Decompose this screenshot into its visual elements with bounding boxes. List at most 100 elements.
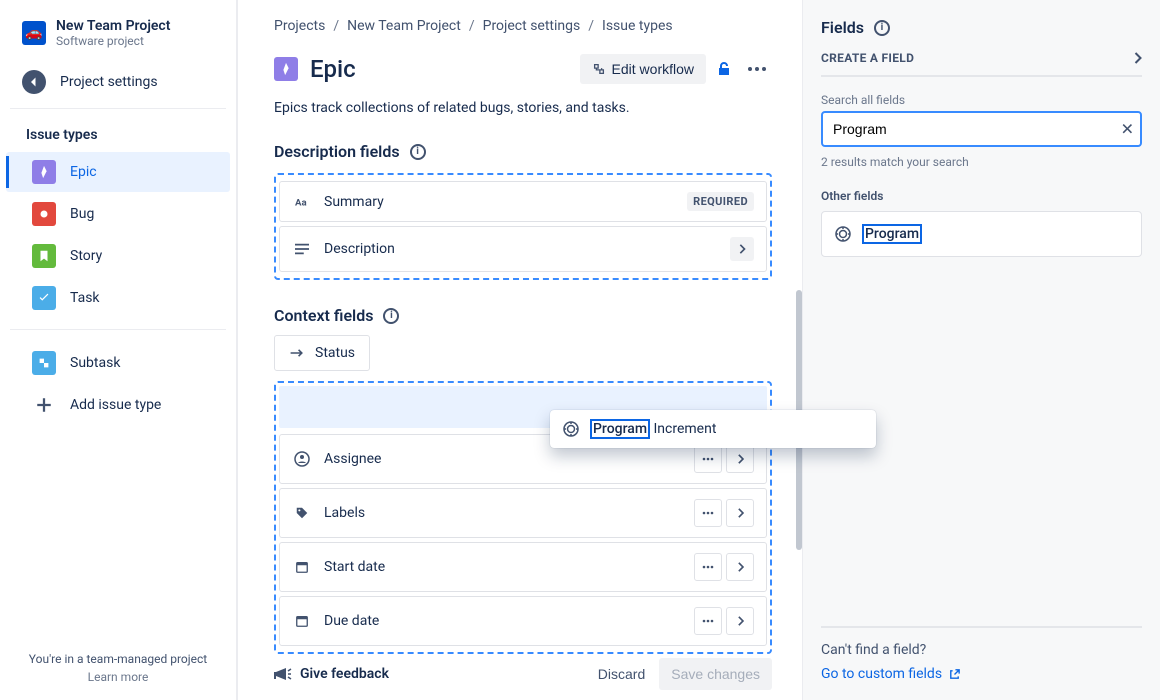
fields-panel-footer: Can't find a field? Go to custom fields bbox=[821, 626, 1142, 682]
create-field-label: CREATE A FIELD bbox=[821, 51, 914, 65]
bottom-bar: Give feedback Discard Save changes bbox=[274, 658, 772, 690]
epic-icon bbox=[274, 57, 298, 81]
sidebar-item-label: Bug bbox=[70, 206, 94, 222]
lock-icon[interactable] bbox=[716, 60, 732, 78]
drag-suggestion-card[interactable]: Program Increment bbox=[550, 410, 876, 448]
subtask-icon bbox=[32, 351, 56, 375]
other-fields-label: Other fields bbox=[821, 189, 1142, 203]
breadcrumb-item[interactable]: New Team Project bbox=[347, 18, 461, 34]
clear-search-icon[interactable]: ✕ bbox=[1121, 120, 1134, 139]
expand-arrow-button[interactable] bbox=[730, 237, 754, 261]
learn-more-link[interactable]: Learn more bbox=[16, 670, 220, 684]
arrow-right-icon bbox=[289, 347, 305, 359]
task-icon bbox=[32, 286, 56, 310]
calendar-icon bbox=[292, 560, 312, 574]
megaphone-icon bbox=[274, 666, 292, 682]
add-issue-type[interactable]: Add issue type bbox=[6, 385, 230, 425]
field-more-button[interactable] bbox=[694, 607, 722, 635]
title-row: Epic Edit workflow bbox=[274, 54, 772, 84]
field-more-button[interactable] bbox=[694, 499, 722, 527]
field-label: Labels bbox=[324, 505, 365, 521]
feedback-label: Give feedback bbox=[300, 666, 389, 682]
page-title: Epic bbox=[310, 55, 356, 83]
field-summary[interactable]: Aa Summary REQUIRED bbox=[279, 181, 767, 222]
story-icon bbox=[32, 244, 56, 268]
calendar-icon bbox=[292, 614, 312, 628]
sidebar-item-task[interactable]: Task bbox=[6, 278, 230, 318]
search-fields-input[interactable] bbox=[821, 111, 1142, 147]
other-field-label: Program bbox=[862, 224, 922, 244]
sidebar-item-subtask[interactable]: Subtask bbox=[6, 343, 230, 383]
component-icon bbox=[834, 225, 852, 243]
project-subtitle: Software project bbox=[56, 34, 170, 48]
description-fields-heading: Description fields i bbox=[274, 142, 772, 161]
field-label: Due date bbox=[324, 613, 379, 629]
back-label: Project settings bbox=[60, 74, 158, 90]
epic-icon bbox=[32, 160, 56, 184]
main-content: Projects/ New Team Project/ Project sett… bbox=[238, 0, 802, 700]
go-to-custom-fields-link[interactable]: Go to custom fields bbox=[821, 666, 1142, 682]
field-expand-button[interactable] bbox=[726, 607, 754, 635]
plus-icon bbox=[32, 393, 56, 417]
field-start-date[interactable]: Start date bbox=[279, 542, 767, 592]
bug-icon bbox=[32, 202, 56, 226]
field-labels[interactable]: Labels bbox=[279, 488, 767, 538]
sidebar-item-label: Story bbox=[70, 248, 102, 264]
more-actions-button[interactable] bbox=[742, 61, 772, 77]
chevron-right-icon bbox=[1133, 52, 1142, 64]
breadcrumb-item[interactable]: Project settings bbox=[483, 18, 581, 34]
field-expand-button[interactable] bbox=[726, 499, 754, 527]
info-icon[interactable]: i bbox=[383, 308, 399, 324]
other-field-program[interactable]: Program bbox=[821, 211, 1142, 257]
project-name: New Team Project bbox=[56, 18, 170, 34]
sidebar-item-label: Subtask bbox=[70, 355, 120, 371]
context-fields-heading: Context fields i bbox=[274, 306, 772, 325]
field-more-button[interactable] bbox=[694, 553, 722, 581]
breadcrumb: Projects/ New Team Project/ Project sett… bbox=[274, 12, 772, 40]
save-changes-button[interactable]: Save changes bbox=[659, 658, 772, 690]
breadcrumb-item[interactable]: Projects bbox=[274, 18, 325, 34]
give-feedback-button[interactable]: Give feedback bbox=[274, 666, 389, 682]
status-label: Status bbox=[315, 345, 355, 361]
edit-workflow-button[interactable]: Edit workflow bbox=[580, 54, 706, 84]
person-icon bbox=[292, 451, 312, 467]
fields-panel-title: Fields bbox=[821, 18, 864, 37]
back-to-settings[interactable]: Project settings bbox=[0, 60, 236, 108]
field-label: Assignee bbox=[324, 451, 381, 467]
tag-icon bbox=[292, 506, 312, 520]
field-label: Description bbox=[324, 241, 395, 257]
sidebar-footer: You're in a team-managed project Learn m… bbox=[0, 652, 236, 690]
search-results-count: 2 results match your search bbox=[821, 155, 1142, 169]
field-label: Summary bbox=[324, 194, 384, 210]
status-field[interactable]: Status bbox=[274, 335, 370, 371]
field-expand-button[interactable] bbox=[726, 553, 754, 581]
workflow-icon bbox=[592, 62, 606, 76]
sidebar-item-story[interactable]: Story bbox=[6, 236, 230, 276]
add-issue-type-label: Add issue type bbox=[70, 397, 161, 413]
sidebar-item-epic[interactable]: Epic bbox=[6, 152, 230, 192]
description-fields-dropzone[interactable]: Aa Summary REQUIRED Description bbox=[274, 173, 772, 280]
field-due-date[interactable]: Due date bbox=[279, 596, 767, 646]
field-more-button[interactable] bbox=[694, 445, 722, 473]
paragraph-icon bbox=[292, 243, 312, 255]
back-arrow-icon bbox=[22, 70, 46, 94]
required-badge: REQUIRED bbox=[687, 192, 754, 211]
breadcrumb-item[interactable]: Issue types bbox=[602, 18, 673, 34]
cant-find-text: Can't find a field? bbox=[821, 642, 1142, 658]
sidebar-item-bug[interactable]: Bug bbox=[6, 194, 230, 234]
info-icon[interactable]: i bbox=[410, 144, 426, 160]
suggestion-label: Program Increment bbox=[590, 421, 716, 437]
discard-button[interactable]: Discard bbox=[598, 666, 645, 682]
project-header: 🚗 New Team Project Software project bbox=[0, 12, 236, 60]
field-expand-button[interactable] bbox=[726, 445, 754, 473]
sidebar-item-label: Task bbox=[70, 290, 100, 306]
sidebar: 🚗 New Team Project Software project Proj… bbox=[0, 0, 238, 700]
project-logo: 🚗 bbox=[22, 21, 46, 45]
svg-text:Aa: Aa bbox=[295, 197, 307, 208]
create-field-row[interactable]: CREATE A FIELD bbox=[821, 37, 1142, 77]
field-description[interactable]: Description bbox=[279, 226, 767, 272]
field-label: Start date bbox=[324, 559, 385, 575]
component-icon bbox=[562, 420, 580, 438]
issue-type-description: Epics track collections of related bugs,… bbox=[274, 100, 772, 116]
info-icon[interactable]: i bbox=[874, 20, 890, 36]
